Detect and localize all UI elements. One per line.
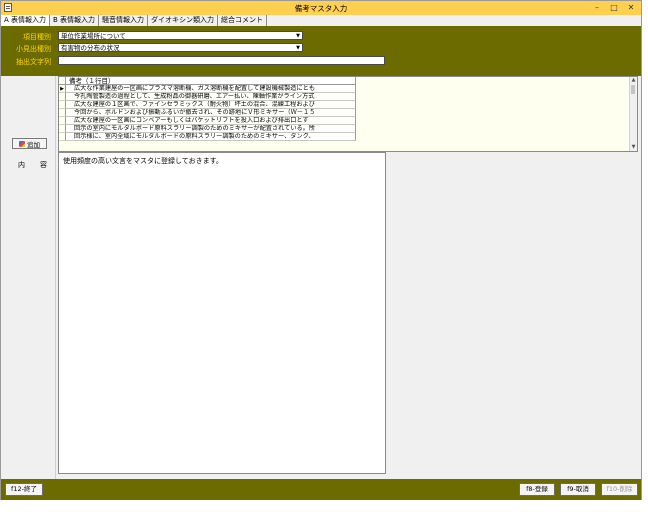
- table-cell[interactable]: 今孔陶管製造の過程として、生成粉品の御器研磨、エアー払い、陳軸作業がライン方式: [66, 93, 356, 101]
- left-strip: [1, 76, 56, 479]
- table-cell[interactable]: 回示様に、室内全域にモルタルボードの原料スラリー調製のためのミキサー、タンク、: [66, 133, 356, 141]
- add-icon: [19, 140, 25, 147]
- item-type-select[interactable]: 単位作業場所について ▼: [58, 31, 303, 40]
- cancel-button[interactable]: f9-取消: [560, 483, 596, 496]
- tab-summary-comment[interactable]: 総合コメント: [218, 15, 268, 26]
- remarks-grid[interactable]: 備考（１行目） ▶ 広大な作業建屋の一区画にプラズマ溶断機、ガス溶断機を配置して…: [58, 76, 638, 152]
- table-cell[interactable]: 広大な建屋の１区画で、ファインセラミックス（耐火物）坏土の混合、混練工程および: [66, 101, 356, 109]
- table-row[interactable]: 回示様に、室内全域にモルタルボードの原料スラリー調製のためのミキサー、タンク、: [59, 133, 629, 141]
- table-row[interactable]: 広大な建屋の一区画にコンベアーもしくはバケットリフトを投入口および排出口とす: [59, 117, 629, 125]
- extract-text-label: 抽出文字列: [16, 58, 51, 66]
- content-label: 内 容: [18, 161, 51, 169]
- minimize-icon[interactable]: –: [591, 3, 603, 12]
- register-button[interactable]: f8-登録: [519, 483, 555, 496]
- row-header[interactable]: [59, 109, 66, 117]
- window-title: 備考マスタ入力: [294, 4, 348, 13]
- row-header[interactable]: [59, 117, 66, 125]
- sub-type-label: 小見出種別: [16, 45, 51, 53]
- add-button-label: 追加: [27, 140, 40, 149]
- sub-type-value: 有害物の分布の状況: [61, 44, 120, 52]
- table-row[interactable]: 広大な建屋の１区画で、ファインセラミックス（耐火物）坏土の混合、混練工程および: [59, 101, 629, 109]
- scroll-down-icon[interactable]: ▼: [630, 144, 637, 151]
- table-cell[interactable]: 回示の室内にモルタルボード原料スラリー調製のためのミキサーが配置されている。所: [66, 125, 356, 133]
- table-cell[interactable]: 今回から、ボルドンおよび振動ふるいが撤去され、その跡地にＶ形ミキサー（Ｗ－１５: [66, 109, 356, 117]
- empty-panel: [387, 152, 641, 479]
- table-cell[interactable]: 広大な建屋の一区画にコンベアーもしくはバケットリフトを投入口および排出口とす: [66, 117, 356, 125]
- current-row-marker[interactable]: ▶: [59, 85, 66, 93]
- scroll-thumb[interactable]: [631, 85, 635, 94]
- table-cell[interactable]: 広大な作業建屋の一区画にプラズマ溶断機、ガス溶断機を配置して建設機械製造にとも: [66, 85, 356, 93]
- row-header[interactable]: [59, 133, 66, 141]
- table-row[interactable]: 今回から、ボルドンおよび振動ふるいが撤去され、その跡地にＶ形ミキサー（Ｗ－１５: [59, 109, 629, 117]
- table-row[interactable]: 今孔陶管製造の過程として、生成粉品の御器研磨、エアー払い、陳軸作業がライン方式: [59, 93, 629, 101]
- content-textarea[interactable]: 使用頻度の高い文言をマスタに登録しておきます。: [58, 152, 386, 474]
- tab-a-table[interactable]: A 表情報入力: [1, 15, 51, 26]
- tab-noise[interactable]: 騒音情報入力: [99, 15, 149, 26]
- close-icon[interactable]: ✕: [625, 3, 637, 12]
- item-type-value: 単位作業場所について: [61, 32, 126, 40]
- grid-scrollbar[interactable]: ▲ ▼: [629, 77, 637, 151]
- tab-b-table[interactable]: B 表情報入力: [50, 15, 100, 26]
- grid-corner: [59, 77, 66, 85]
- window-controls: – □ ✕: [591, 3, 637, 12]
- grid-header: 備考（１行目）: [59, 77, 637, 85]
- title-bar: 備考マスタ入力 – □ ✕: [1, 1, 641, 16]
- tab-dioxin[interactable]: ダイオキシン類入力: [148, 15, 219, 26]
- main-window: 備考マスタ入力 – □ ✕ A 表情報入力 B 表情報入力 騒音情報入力 ダイオ…: [0, 0, 642, 500]
- row-header[interactable]: [59, 93, 66, 101]
- chevron-down-icon[interactable]: ▼: [295, 45, 301, 51]
- delete-button[interactable]: f10-削除: [601, 483, 638, 496]
- filter-panel: 項目種別 単位作業場所について ▼ 小見出種別 有害物の分布の状況 ▼ 抽出文字…: [1, 26, 641, 76]
- scroll-up-icon[interactable]: ▲: [630, 77, 637, 84]
- column-header-remarks[interactable]: 備考（１行目）: [66, 77, 356, 85]
- sub-type-select[interactable]: 有害物の分布の状況 ▼: [58, 43, 303, 52]
- add-button[interactable]: 追加: [12, 138, 47, 149]
- table-row[interactable]: 回示の室内にモルタルボード原料スラリー調製のためのミキサーが配置されている。所: [59, 125, 629, 133]
- exit-button[interactable]: f12-終了: [5, 483, 43, 496]
- row-header[interactable]: [59, 125, 66, 133]
- maximize-icon[interactable]: □: [608, 3, 620, 12]
- item-type-label: 項目種別: [23, 33, 51, 41]
- chevron-down-icon[interactable]: ▼: [295, 33, 301, 39]
- table-row[interactable]: ▶ 広大な作業建屋の一区画にプラズマ溶断機、ガス溶断機を配置して建設機械製造にと…: [59, 85, 629, 93]
- extract-text-input[interactable]: [58, 56, 385, 65]
- row-header[interactable]: [59, 101, 66, 109]
